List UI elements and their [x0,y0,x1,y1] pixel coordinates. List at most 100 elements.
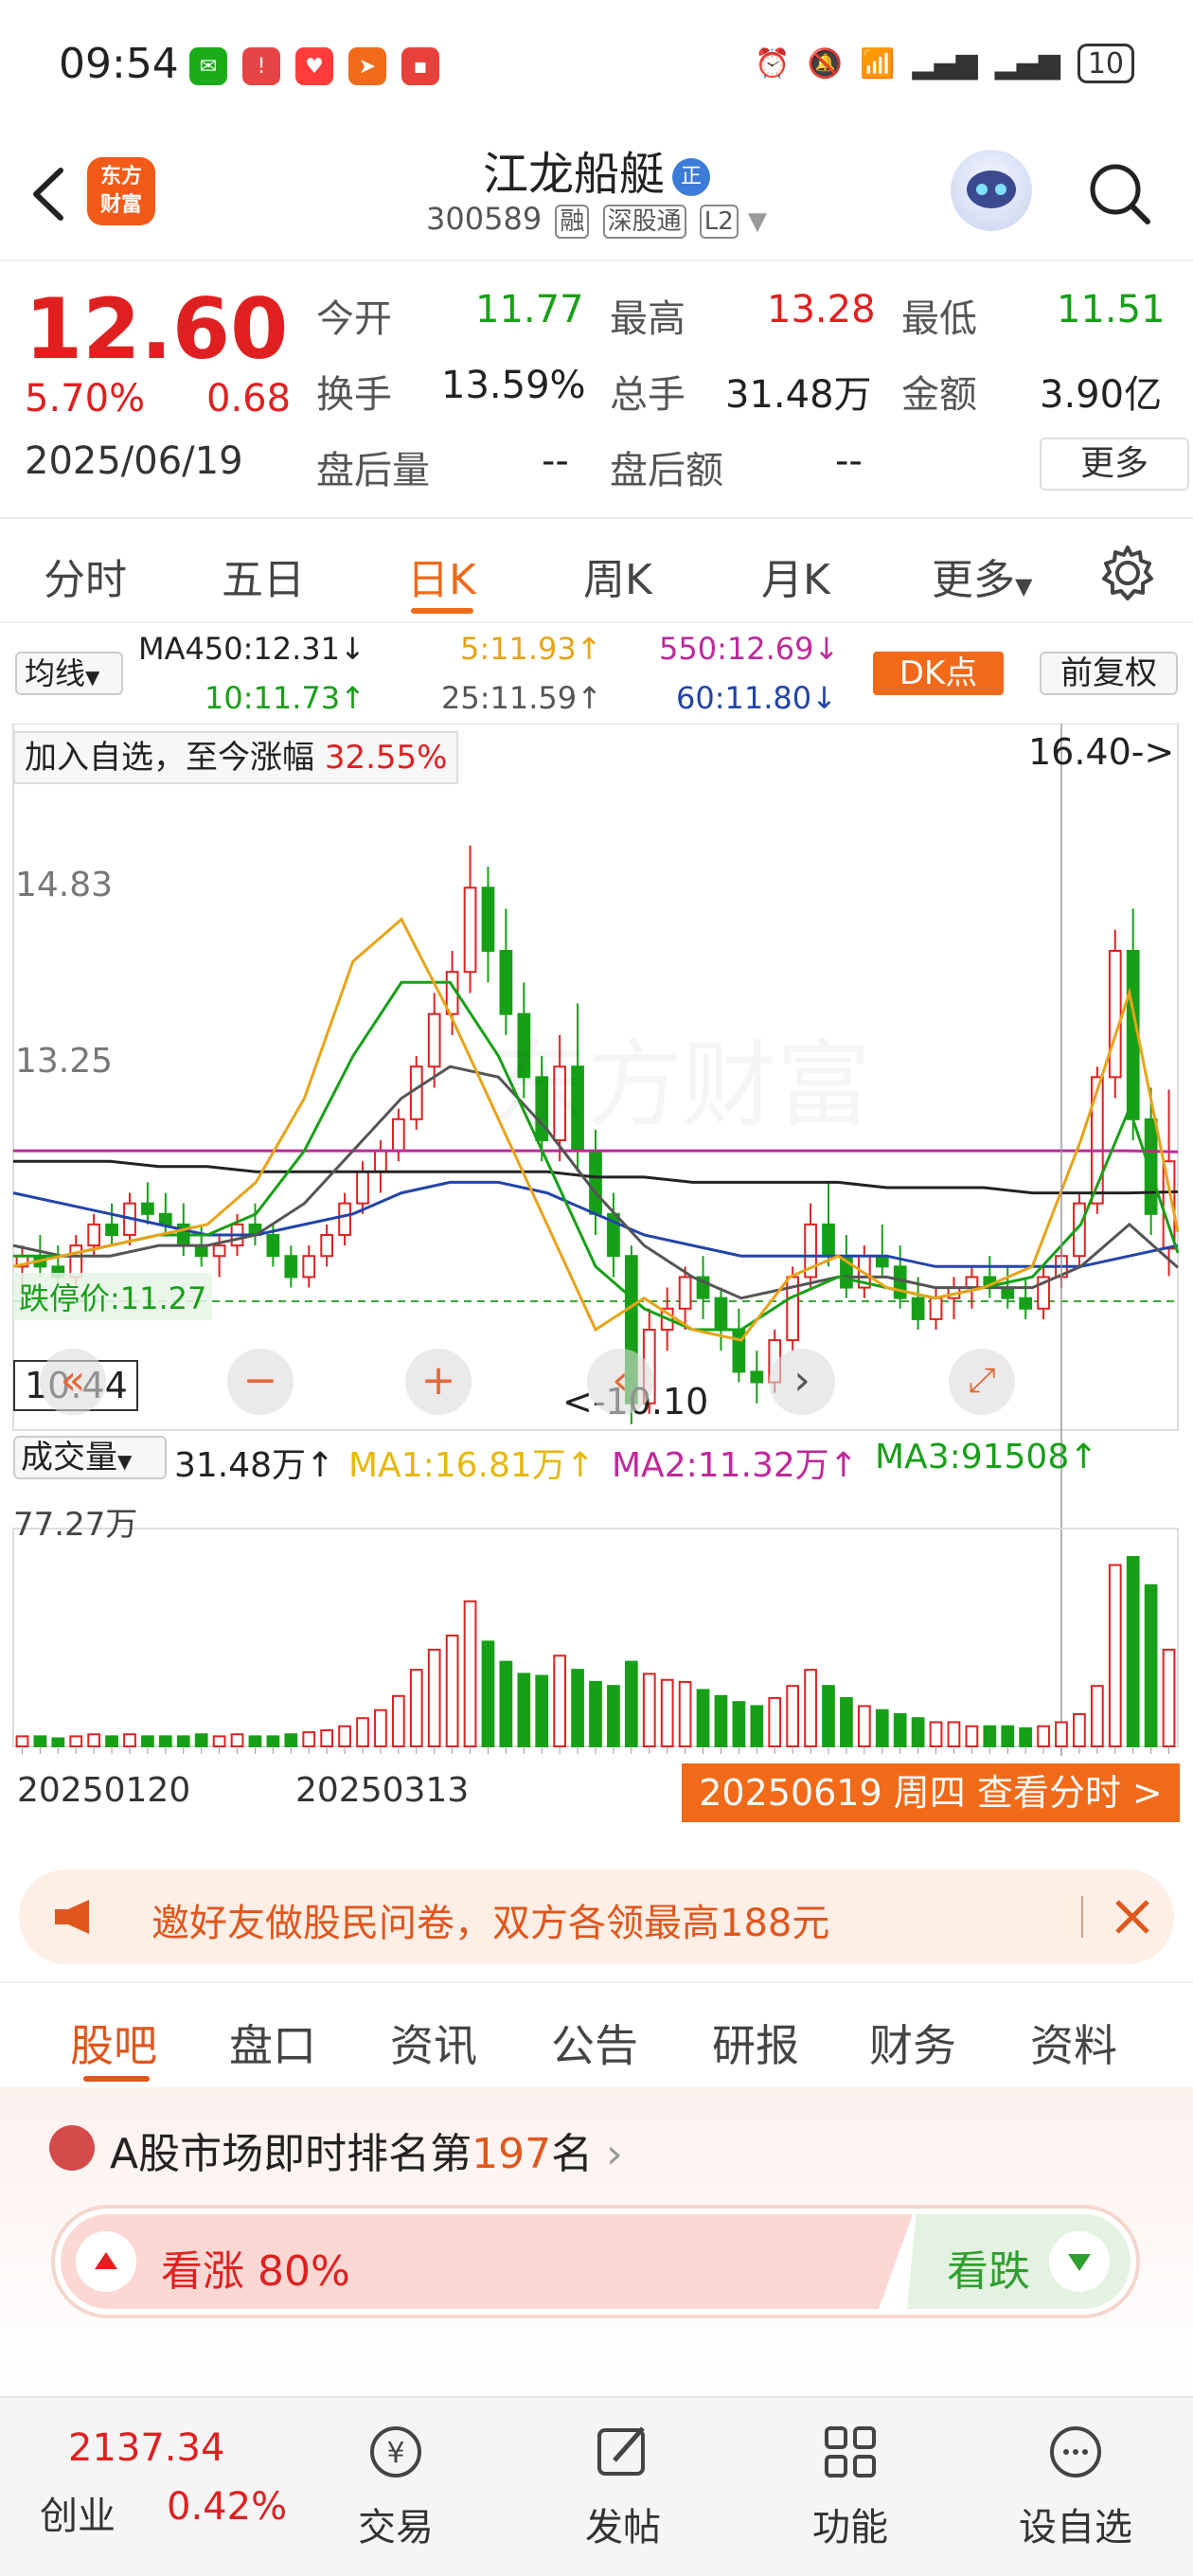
candle-body [1144,1118,1158,1215]
volume-bar [535,1674,549,1748]
ma-selector[interactable]: 均线▼ [15,652,123,695]
stock-code: 300589 [426,201,543,237]
tab-research[interactable]: 研报 [712,2012,799,2074]
tab-announcements[interactable]: 公告 [551,2012,638,2074]
active-tab-indicator [411,608,473,614]
ranking-text[interactable]: A股市场即时排名第197名 › [110,2120,623,2180]
volume-bar [1037,1725,1050,1747]
change-amount: 0.68 [206,377,292,420]
tab-order-book[interactable]: 盘口 [229,2012,316,2074]
volume-bar [33,1735,47,1747]
dk-point-button[interactable]: DK点 [873,652,1004,695]
close-icon[interactable] [1108,1892,1157,1941]
ma450-value: MA450:12.31↓ [138,631,365,667]
section-tab-indicator [83,2076,150,2082]
fullscreen-icon[interactable]: ⤢ [949,1349,1015,1415]
candle-body [875,1255,889,1268]
search-icon[interactable] [1083,157,1155,229]
bottom-nav: 2137.34 创业 0.42% ¥ 交易 发帖 功能 设自选 [0,2396,1193,2576]
nav-functions[interactable]: 功能 [756,2419,945,2551]
add-favorite-banner[interactable]: 加入自选，至今涨幅 32.55% [13,731,459,784]
stock-header: 东方 财富 江龙船艇正 300589 融 深股通 L2 ▼ [0,133,1193,261]
tab-finance[interactable]: 财务 [869,2012,956,2074]
code-dropdown-icon[interactable]: ▼ [748,207,767,236]
tab-five-day[interactable]: 五日 [222,546,305,606]
candle-body [374,1150,387,1173]
nav-post[interactable]: 发帖 [528,2419,718,2551]
status-app-icons: ✉ ! ♥ ➤ ▪ [189,47,439,85]
volume-bar [463,1600,477,1748]
volume-selector[interactable]: 成交量▼ [13,1436,167,1479]
more-dropdown-icon: ▼ [1015,573,1033,599]
index-change[interactable]: 0.42% [167,2485,287,2529]
volume-bar [338,1725,351,1747]
volume-bar [15,1735,29,1747]
tab-profile[interactable]: 资料 [1030,2012,1117,2074]
view-intraday-button[interactable]: 20250619 周四 查看分时 > [682,1763,1180,1822]
zoom-in-button[interactable]: + [405,1349,472,1415]
bullish-button[interactable] [76,2231,136,2292]
ai-assistant-icon[interactable] [951,150,1032,231]
tab-intraday[interactable]: 分时 [44,546,127,606]
gear-icon[interactable] [1098,544,1157,602]
index-name[interactable]: 创业 [40,2485,116,2540]
promo-divider [1081,1896,1083,1938]
volume-selector-label: 成交量 [21,1439,117,1476]
high-value: 13.28 [767,288,876,331]
zoom-out-button[interactable]: − [227,1349,294,1415]
scroll-left-fast-icon[interactable]: « [40,1349,106,1415]
forward-adjust-button[interactable]: 前复权 [1040,652,1178,695]
tab-daily-k[interactable]: 日K [407,546,476,606]
tag-shenzhen-connect: 深股通 [602,205,686,239]
volume-bar [481,1640,495,1747]
scroll-left-icon[interactable]: ‹ [587,1349,653,1415]
volume-bar [947,1721,961,1748]
volume-bar [320,1728,334,1748]
x-axis-start-date: 20250120 [17,1771,191,1810]
candle-body [589,1150,602,1215]
sentiment-vote: 看涨 80% 看跌 [51,2205,1140,2318]
nav-add-watchlist[interactable]: 设自选 [981,2419,1170,2551]
promo-banner[interactable]: 邀好友做股民问卷，双方各领最高188元 [19,1869,1174,1964]
tab-forum[interactable]: 股吧 [70,2012,157,2074]
scroll-right-icon[interactable]: › [769,1349,835,1415]
tab-weekly-k[interactable]: 周K [583,546,652,606]
signal-icon-2: ▂▄▆ [994,46,1060,80]
volume-legend: 成交量▼ 31.48万↑ MA1:16.81万↑ MA2:11.32万↑ MA3… [0,1430,1193,1487]
volume-bar [624,1660,638,1748]
volume-bar [714,1694,728,1747]
bearish-label: 看跌 [947,2247,1030,2296]
nav-trade[interactable]: ¥ 交易 [301,2419,490,2551]
more-quote-button[interactable]: 更多 [1040,438,1189,491]
volume-bar [1073,1712,1086,1747]
volume-bar [1162,1648,1176,1747]
volume-bar [929,1721,943,1748]
volume-bar [409,1669,423,1747]
volume-bar [499,1660,513,1748]
tag-l2: L2 [699,205,739,239]
volume-bar [1108,1564,1122,1747]
volume-bar [69,1735,83,1747]
candle-body [678,1276,692,1310]
after-hours-amount-value: -- [835,439,863,483]
kline-chart-area[interactable]: 东方财富 加入自选，至今涨幅 32.55% 16.40-> 14.83 13.2… [0,724,1193,1841]
bearish-button[interactable] [1049,2231,1110,2292]
app-heart-icon: ♥ [295,47,333,85]
status-time: 09:54 [59,40,179,88]
grid-icon [825,2426,876,2478]
volume-dropdown-icon: ▼ [117,1450,133,1473]
ma10-value: 10:11.73↑ [205,680,365,716]
nav-trade-label: 交易 [358,2506,434,2549]
tab-monthly-k[interactable]: 月K [761,546,830,606]
volume-bar [571,1669,584,1747]
ranking-prefix: A股市场即时排名第 [110,2130,472,2178]
volume-ma1: MA1:16.81万↑ [348,1446,595,1485]
stock-name-text: 江龙船艇 [482,148,665,201]
tab-more[interactable]: 更多▼ [932,546,1032,606]
candle-body [302,1255,316,1279]
index-value[interactable]: 2137.34 [68,2426,224,2470]
trade-icon: ¥ [370,2426,421,2478]
tab-news[interactable]: 资讯 [390,2012,477,2074]
volume-bar [786,1685,800,1748]
add-favorite-label: 加入自选，至今涨幅 [25,739,314,777]
